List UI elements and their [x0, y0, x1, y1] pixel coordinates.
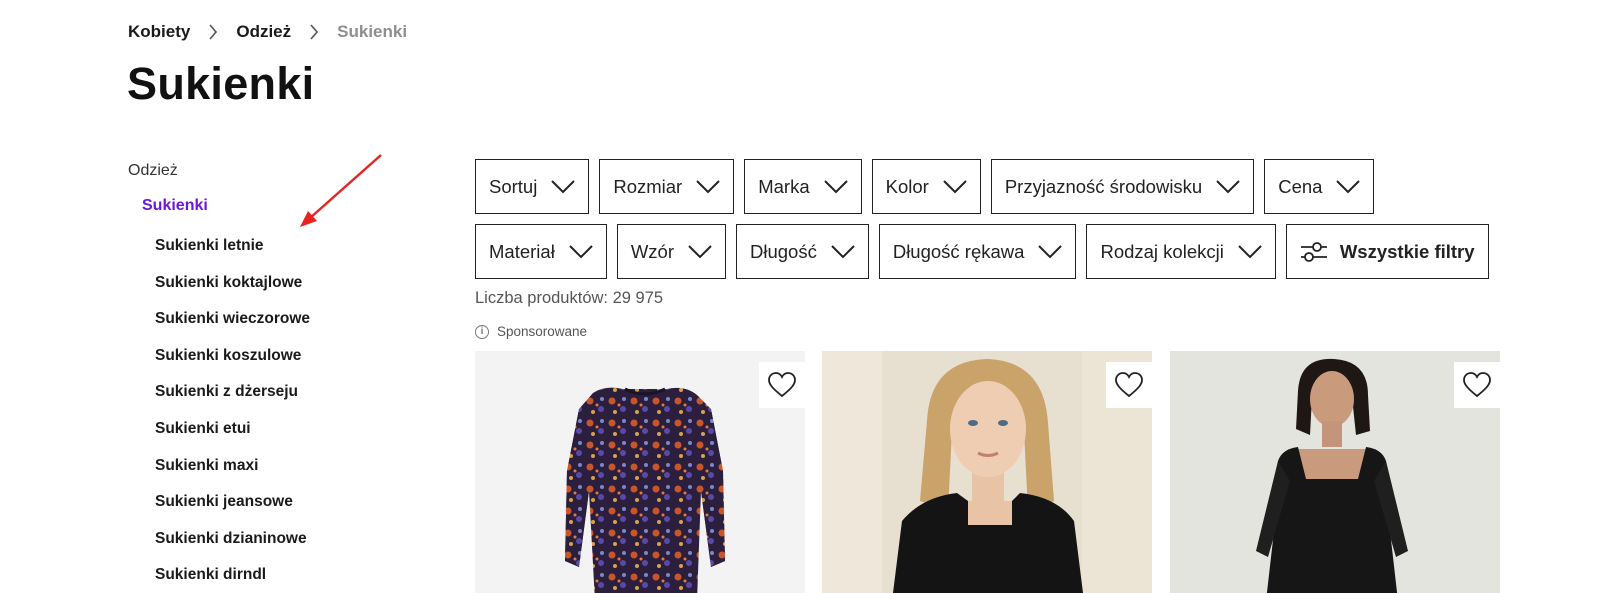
sort-dropdown[interactable]: Sortuj: [475, 159, 590, 214]
product-image: [475, 351, 805, 593]
breadcrumb-link-odziez[interactable]: Odzież: [236, 22, 291, 42]
breadcrumb: Kobiety Odzież Sukienki: [128, 20, 407, 44]
chevron-down-icon: [551, 179, 576, 193]
filter-label: Marka: [758, 175, 810, 197]
filter-label: Długość rękawa: [892, 240, 1025, 262]
subcategory-item[interactable]: Sukienki dzianinowe: [128, 521, 428, 558]
size-filter-dropdown[interactable]: Rozmiar: [599, 159, 735, 214]
subcategory-item[interactable]: Sukienki letnie: [128, 228, 428, 265]
color-filter-dropdown[interactable]: Kolor: [871, 159, 981, 214]
collection-type-filter-dropdown[interactable]: Rodzaj kolekcji: [1086, 224, 1276, 279]
chevron-down-icon: [943, 179, 967, 193]
breadcrumb-current: Sukienki: [337, 22, 408, 41]
chevron-down-icon: [1336, 179, 1361, 193]
heart-icon: [768, 372, 796, 398]
material-filter-dropdown[interactable]: Materiał: [475, 224, 607, 279]
chevron-down-icon: [831, 244, 855, 258]
subcategory-item[interactable]: Sukienki koszulowe: [128, 338, 428, 375]
sliders-icon: [1300, 241, 1327, 262]
filter-label: Wzór: [630, 240, 674, 262]
product-image: [822, 351, 1152, 593]
wishlist-button[interactable]: [759, 362, 805, 408]
heart-icon: [1115, 372, 1143, 398]
filter-label: Cena: [1278, 175, 1323, 197]
subcategory-item[interactable]: Sukienki z dżerseju: [128, 374, 428, 411]
all-filters-label: Wszystkie filtry: [1339, 240, 1475, 262]
chevron-down-icon: [1216, 179, 1240, 193]
chevron-down-icon: [823, 179, 848, 193]
brand-filter-dropdown[interactable]: Marka: [744, 159, 862, 214]
breadcrumb-link-kobiety[interactable]: Kobiety: [128, 22, 190, 42]
filter-label: Długość: [749, 240, 817, 262]
subcategory-item[interactable]: Sukienki jeansowe: [128, 484, 428, 521]
filter-row: Sortuj Rozmiar Marka Kolor Przyjazność ś…: [475, 159, 1505, 214]
product-count: Liczba produktów: 29 975: [475, 289, 664, 307]
price-filter-dropdown[interactable]: Cena: [1264, 159, 1375, 214]
subcategory-item[interactable]: Sukienki koktajlowe: [128, 265, 428, 302]
length-filter-dropdown[interactable]: Długość: [735, 224, 869, 279]
sponsored-text: Sponsorowane: [497, 324, 588, 339]
page-title: Sukienki: [127, 58, 315, 109]
filter-label: Przyjazność środowisku: [1004, 175, 1203, 197]
filter-label: Materiał: [489, 240, 555, 262]
product-image: [1170, 351, 1500, 593]
all-filters-button[interactable]: Wszystkie filtry: [1285, 224, 1489, 279]
chevron-right-icon: [190, 24, 236, 40]
product-card[interactable]: [1170, 351, 1500, 593]
chevron-down-icon: [1238, 244, 1262, 258]
filter-bar: Sortuj Rozmiar Marka Kolor Przyjazność ś…: [475, 159, 1505, 289]
product-card[interactable]: [475, 351, 805, 593]
product-card[interactable]: [822, 351, 1152, 593]
pattern-filter-dropdown[interactable]: Wzór: [616, 224, 726, 279]
heart-icon: [1463, 372, 1491, 398]
subcategory-item[interactable]: Sukienki dirndl: [128, 557, 428, 593]
sponsored-label: i Sponsorowane: [475, 324, 587, 339]
chevron-right-icon: [291, 24, 337, 40]
sleeve-length-filter-dropdown[interactable]: Długość rękawa: [878, 224, 1077, 279]
info-icon[interactable]: i: [475, 324, 489, 339]
subcategory-item[interactable]: Sukienki maxi: [128, 448, 428, 485]
filter-label: Rozmiar: [613, 175, 683, 197]
wishlist-button[interactable]: [1454, 362, 1500, 408]
filter-label: Sortuj: [489, 175, 538, 197]
chevron-down-icon: [696, 179, 720, 193]
annotation-arrow: [300, 154, 382, 227]
wishlist-button[interactable]: [1106, 362, 1152, 408]
sustainability-filter-dropdown[interactable]: Przyjazność środowisku: [990, 159, 1255, 214]
subcategory-list: Sukienki letnie Sukienki koktajlowe Suki…: [128, 228, 428, 593]
filter-label: Rodzaj kolekcji: [1100, 240, 1224, 262]
filter-label: Kolor: [885, 175, 929, 197]
chevron-down-icon: [1038, 244, 1063, 258]
subcategory-item[interactable]: Sukienki etui: [128, 411, 428, 448]
chevron-down-icon: [569, 244, 593, 258]
subcategory-item[interactable]: Sukienki wieczorowe: [128, 301, 428, 338]
filter-row: Materiał Wzór Długość Długość rękawa Rod…: [475, 224, 1505, 279]
chevron-down-icon: [688, 244, 712, 258]
